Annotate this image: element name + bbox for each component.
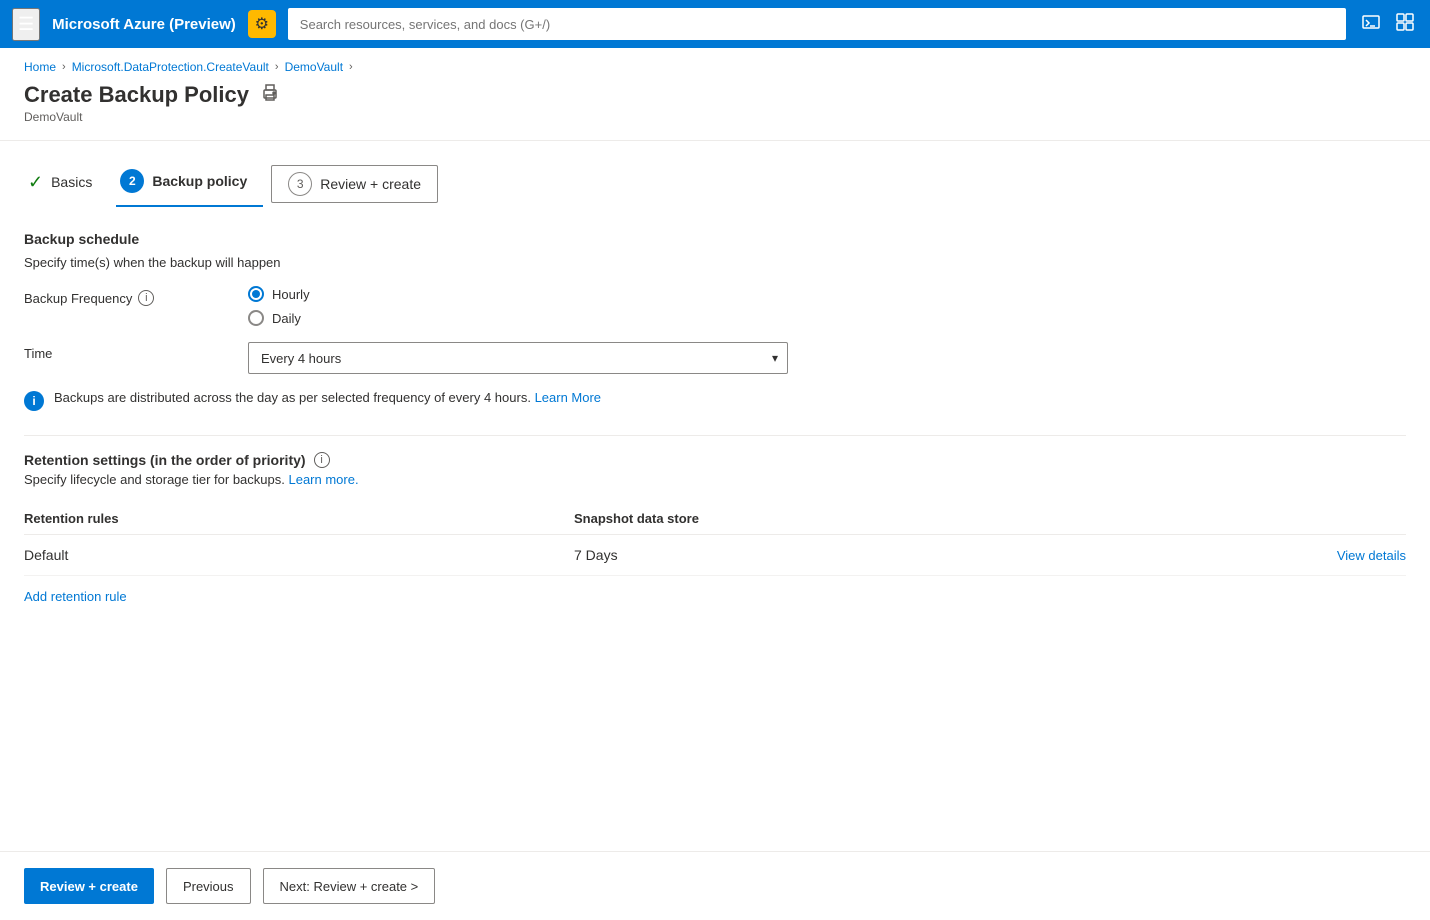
page-footer: Review + create Previous Next: Review + … bbox=[0, 851, 1430, 920]
snapshot-days-cell: 7 Days bbox=[574, 547, 874, 563]
frequency-daily-option[interactable]: Daily bbox=[248, 310, 310, 326]
frequency-radio-group: Hourly Daily bbox=[248, 286, 310, 326]
wizard-step-backup-policy[interactable]: 2 Backup policy bbox=[116, 161, 263, 207]
backup-schedule-title: Backup schedule bbox=[24, 231, 1406, 247]
time-row: Time Every 1 hour Every 2 hours Every 4 … bbox=[24, 342, 1406, 374]
time-dropdown-wrapper: Every 1 hour Every 2 hours Every 4 hours… bbox=[248, 342, 788, 374]
learn-more-link[interactable]: Learn More bbox=[535, 390, 601, 405]
info-message: i Backups are distributed across the day… bbox=[24, 390, 1406, 411]
page-title: Create Backup Policy bbox=[24, 82, 249, 108]
actions-header bbox=[874, 511, 1406, 526]
breadcrumb: Home › Microsoft.DataProtection.CreateVa… bbox=[0, 48, 1430, 74]
main-content: Home › Microsoft.DataProtection.CreateVa… bbox=[0, 48, 1430, 920]
page-header: Create Backup Policy DemoVault bbox=[0, 74, 1430, 141]
global-search-input[interactable] bbox=[288, 8, 1346, 40]
azure-icon-badge: ⚙ bbox=[248, 10, 276, 38]
view-details-cell: View details bbox=[874, 547, 1406, 563]
next-button[interactable]: Next: Review + create > bbox=[263, 868, 436, 904]
retention-info-icon[interactable]: i bbox=[314, 452, 330, 468]
view-details-link[interactable]: View details bbox=[1337, 548, 1406, 563]
breadcrumb-sep-1: › bbox=[62, 61, 66, 73]
step-3-label: Review + create bbox=[320, 176, 421, 192]
retention-subtitle: Specify lifecycle and storage tier for b… bbox=[24, 472, 1406, 487]
step-2-label: Backup policy bbox=[152, 173, 247, 189]
step-2-circle: 2 bbox=[120, 169, 144, 193]
hourly-radio[interactable] bbox=[248, 286, 264, 302]
review-create-button[interactable]: Review + create bbox=[24, 868, 154, 904]
daily-radio[interactable] bbox=[248, 310, 264, 326]
retention-title: Retention settings (in the order of prio… bbox=[24, 452, 306, 468]
hourly-label: Hourly bbox=[272, 287, 310, 302]
page-subtitle: DemoVault bbox=[24, 110, 1406, 124]
retention-learn-more-link[interactable]: Learn more. bbox=[288, 472, 358, 487]
nav-actions bbox=[1358, 9, 1418, 40]
add-retention-rule-link[interactable]: Add retention rule bbox=[24, 589, 127, 604]
time-label: Time bbox=[24, 342, 224, 361]
step-3-circle: 3 bbox=[288, 172, 312, 196]
wizard-steps: ✓ Basics 2 Backup policy 3 Review + crea… bbox=[0, 141, 1430, 207]
hamburger-menu[interactable]: ☰ bbox=[12, 8, 40, 41]
retention-table-header: Retention rules Snapshot data store bbox=[24, 503, 1406, 535]
form-content: Backup schedule Specify time(s) when the… bbox=[0, 207, 1430, 851]
daily-label: Daily bbox=[272, 311, 301, 326]
app-title: Microsoft Azure (Preview) bbox=[52, 16, 236, 33]
portal-menu-button[interactable] bbox=[1392, 9, 1418, 40]
info-message-text: Backups are distributed across the day a… bbox=[54, 390, 601, 405]
backup-schedule-subtitle: Specify time(s) when the backup will hap… bbox=[24, 255, 1406, 270]
breadcrumb-sep-2: › bbox=[275, 61, 279, 73]
cloud-shell-button[interactable] bbox=[1358, 9, 1384, 40]
frequency-info-icon[interactable]: i bbox=[138, 290, 154, 306]
default-rule-cell: Default bbox=[24, 547, 574, 563]
previous-button[interactable]: Previous bbox=[166, 868, 251, 904]
retention-table: Retention rules Snapshot data store Defa… bbox=[24, 503, 1406, 576]
snapshot-header: Snapshot data store bbox=[574, 511, 874, 526]
backup-schedule-section: Backup schedule Specify time(s) when the… bbox=[24, 231, 1406, 411]
step-1-label: Basics bbox=[51, 174, 92, 190]
print-icon[interactable] bbox=[261, 84, 279, 107]
step-1-circle: ✓ bbox=[28, 172, 43, 193]
backup-frequency-row: Backup Frequency i Hourly Daily bbox=[24, 286, 1406, 326]
retention-rules-header: Retention rules bbox=[24, 511, 574, 526]
info-circle-icon: i bbox=[24, 391, 44, 411]
wizard-step-review-create[interactable]: 3 Review + create bbox=[271, 165, 438, 203]
frequency-label: Backup Frequency i bbox=[24, 286, 224, 306]
retention-section: Retention settings (in the order of prio… bbox=[24, 452, 1406, 604]
breadcrumb-demo-vault[interactable]: DemoVault bbox=[285, 60, 343, 74]
time-dropdown[interactable]: Every 1 hour Every 2 hours Every 4 hours… bbox=[248, 342, 788, 374]
breadcrumb-create-vault[interactable]: Microsoft.DataProtection.CreateVault bbox=[72, 60, 269, 74]
divider bbox=[24, 435, 1406, 436]
breadcrumb-home[interactable]: Home bbox=[24, 60, 56, 74]
breadcrumb-sep-3: › bbox=[349, 61, 353, 73]
retention-header: Retention settings (in the order of prio… bbox=[24, 452, 1406, 468]
frequency-hourly-option[interactable]: Hourly bbox=[248, 286, 310, 302]
wizard-step-basics[interactable]: ✓ Basics bbox=[24, 164, 108, 205]
table-row: Default 7 Days View details bbox=[24, 535, 1406, 576]
add-rule-container: Add retention rule bbox=[24, 588, 1406, 604]
top-navigation: ☰ Microsoft Azure (Preview) ⚙ bbox=[0, 0, 1430, 48]
